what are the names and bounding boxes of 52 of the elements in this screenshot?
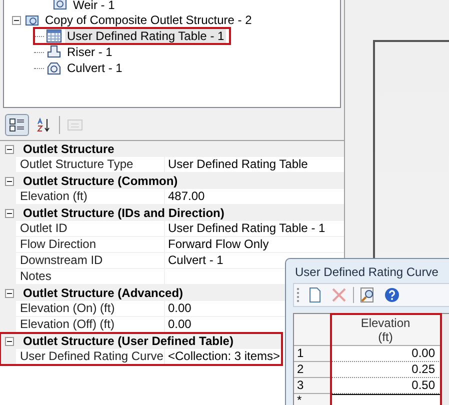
table-cell: 0.50 xyxy=(331,378,441,394)
delete-icon xyxy=(331,287,347,303)
property-value[interactable]: 487.00 xyxy=(165,189,344,205)
help-icon xyxy=(384,287,400,303)
table-cell[interactable] xyxy=(331,394,441,405)
collapse-icon[interactable] xyxy=(5,288,14,298)
weir-icon xyxy=(52,0,68,12)
property-label: Elevation (ft) xyxy=(16,189,165,205)
new-page-icon xyxy=(307,287,323,303)
category-header: Outlet Structure (User Defined Table) xyxy=(23,334,234,348)
categorized-list-icon xyxy=(9,117,25,133)
categorized-button[interactable] xyxy=(5,114,29,136)
property-label: User Defined Rating Curve xyxy=(16,349,165,365)
table-icon xyxy=(46,28,62,44)
row-number: 1 xyxy=(294,346,331,362)
tree-item[interactable]: Weir - 1 xyxy=(71,0,117,12)
property-value[interactable]: User Defined Rating Table - 1 xyxy=(165,221,344,237)
property-label: Flow Direction xyxy=(16,237,165,253)
category-header: Outlet Structure (IDs and Direction) xyxy=(23,206,224,220)
row-number: 3 xyxy=(294,378,331,394)
help-button[interactable] xyxy=(382,285,402,305)
collapse-icon[interactable] xyxy=(5,144,14,154)
collapse-icon[interactable] xyxy=(5,336,14,346)
collapse-icon[interactable] xyxy=(5,208,14,218)
tree-item[interactable]: Riser - 1 xyxy=(65,45,114,59)
collapse-icon[interactable] xyxy=(5,176,14,186)
property-label: Elevation (Off) (ft) xyxy=(16,317,165,333)
table-cell: 0.25 xyxy=(331,362,441,378)
collapse-icon[interactable] xyxy=(12,16,21,24)
property-value[interactable]: Forward Flow Only xyxy=(165,237,344,253)
sort-icon xyxy=(36,117,52,133)
table-cell: 0.00 xyxy=(331,346,441,362)
property-label: Notes xyxy=(16,269,165,285)
property-value[interactable]: User Defined Rating Table xyxy=(165,157,344,173)
culvert-icon xyxy=(46,60,62,76)
new-row-marker: * xyxy=(294,394,331,405)
riser-icon xyxy=(46,44,62,60)
tree-item[interactable]: Culvert - 1 xyxy=(65,61,124,75)
property-pages-icon xyxy=(67,117,83,133)
search-icon xyxy=(360,287,376,303)
property-label: Outlet Structure Type xyxy=(16,157,165,173)
property-label: Downstream ID xyxy=(16,253,165,269)
row-number: 2 xyxy=(294,362,331,378)
property-label: Elevation (On) (ft) xyxy=(16,301,165,317)
category-header: Outlet Structure xyxy=(23,142,114,156)
tree-item[interactable]: Copy of Composite Outlet Structure - 2 xyxy=(43,13,254,27)
category-header: Outlet Structure (Common) xyxy=(23,174,178,188)
property-value[interactable]: <Collection: 3 items> xyxy=(165,349,282,365)
category-header: Outlet Structure (Advanced) xyxy=(23,286,184,300)
tree-item[interactable]: User Defined Rating Table - 1 xyxy=(65,29,226,43)
column-header[interactable]: Elevation (ft) xyxy=(331,314,441,346)
property-label: Outlet ID xyxy=(16,221,165,237)
